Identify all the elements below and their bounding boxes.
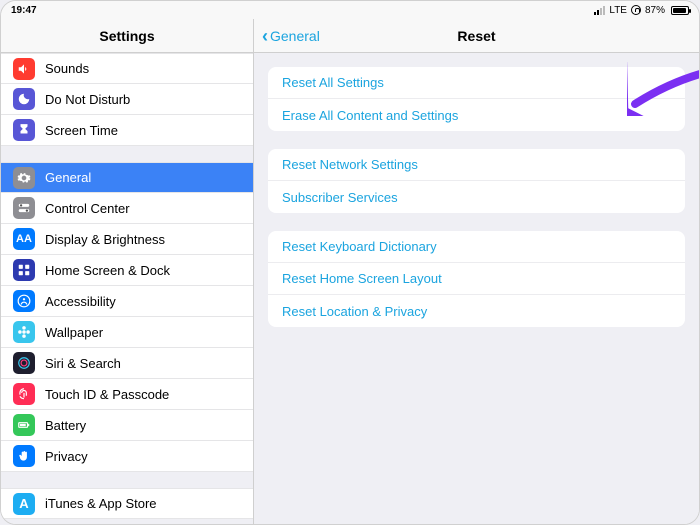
battery-icon — [13, 414, 35, 436]
gear-icon — [13, 167, 35, 189]
sidebar-item-itunes[interactable]: AiTunes & App Store — [1, 488, 253, 519]
sidebar-item-label: Control Center — [45, 201, 130, 216]
sidebar-item-label: Screen Time — [45, 123, 118, 138]
settings-sidebar[interactable]: Settings Sounds Do Not Disturb Screen Time… — [1, 19, 254, 524]
siri-icon — [13, 352, 35, 374]
battery-pct: 87% — [645, 5, 665, 16]
sidebar-item-general[interactable]: General — [1, 162, 253, 193]
status-right: LTE 87% — [594, 1, 689, 19]
sidebar-item-label: Sounds — [45, 61, 89, 76]
sidebar-item-label: Display & Brightness — [45, 232, 165, 247]
sidebar-item-siri[interactable]: Siri & Search — [1, 348, 253, 379]
detail-body: Reset All Settings Erase All Content and … — [254, 53, 699, 327]
A-icon: A — [13, 493, 35, 515]
sidebar-item-label: Siri & Search — [45, 356, 121, 371]
split-view: Settings Sounds Do Not Disturb Screen Time… — [1, 19, 699, 524]
sidebar-item-touchid[interactable]: Touch ID & Passcode — [1, 379, 253, 410]
sidebar-item-label: Accessibility — [45, 294, 116, 309]
carrier-label: LTE — [609, 5, 627, 16]
sidebar-item-sounds[interactable]: Sounds — [1, 53, 253, 84]
switches-icon — [13, 197, 35, 219]
reset-option-label: Reset Home Screen Layout — [282, 271, 442, 286]
sidebar-item-homescreen[interactable]: Home Screen & Dock — [1, 255, 253, 286]
sidebar-item-label: Touch ID & Passcode — [45, 387, 169, 402]
signal-icon — [594, 6, 605, 15]
sidebar-item-accessibility[interactable]: Accessibility — [1, 286, 253, 317]
detail-pane: ‹ General Reset Reset All Settings Erase … — [254, 19, 699, 524]
hand-icon — [13, 445, 35, 467]
back-label: General — [270, 28, 320, 44]
reset-option-label: Reset Network Settings — [282, 157, 418, 172]
back-button[interactable]: ‹ General — [254, 27, 328, 45]
moon-icon — [13, 88, 35, 110]
reset-option-label: Erase All Content and Settings — [282, 108, 458, 123]
settings-group: Reset Keyboard Dictionary Reset Home Scre… — [268, 231, 685, 327]
volume-icon — [13, 58, 35, 80]
reset-option-label: Reset Keyboard Dictionary — [282, 239, 437, 254]
chevron-left-icon: ‹ — [262, 27, 268, 45]
status-bar: 19:47 LTE 87% — [1, 1, 699, 19]
sidebar-item-battery[interactable]: Battery — [1, 410, 253, 441]
reset-option-label: Reset All Settings — [282, 75, 384, 90]
reset-option-reset-keyboard[interactable]: Reset Keyboard Dictionary — [268, 231, 685, 263]
reset-option-erase-all[interactable]: Erase All Content and Settings — [268, 99, 685, 131]
sidebar-item-screentime[interactable]: Screen Time — [1, 115, 253, 146]
sidebar-item-wallpaper[interactable]: Wallpaper — [1, 317, 253, 348]
settings-group: Reset All Settings Erase All Content and … — [268, 67, 685, 131]
grid-icon — [13, 259, 35, 281]
sidebar-item-label: Home Screen & Dock — [45, 263, 170, 278]
reset-option-reset-network[interactable]: Reset Network Settings — [268, 149, 685, 181]
hourglass-icon — [13, 119, 35, 141]
sidebar-item-label: Do Not Disturb — [45, 92, 130, 107]
reset-option-reset-home[interactable]: Reset Home Screen Layout — [268, 263, 685, 295]
detail-header: ‹ General Reset — [254, 19, 699, 53]
reset-option-subscriber[interactable]: Subscriber Services — [268, 181, 685, 213]
person-icon — [13, 290, 35, 312]
rotation-lock-icon — [631, 5, 641, 15]
reset-option-reset-all[interactable]: Reset All Settings — [268, 67, 685, 99]
settings-group: Reset Network Settings Subscriber Service… — [268, 149, 685, 213]
sidebar-item-label: Privacy — [45, 449, 88, 464]
flower-icon — [13, 321, 35, 343]
reset-option-reset-location[interactable]: Reset Location & Privacy — [268, 295, 685, 327]
battery-icon — [671, 6, 689, 15]
sidebar-item-display[interactable]: AA Display & Brightness — [1, 224, 253, 255]
status-time: 19:47 — [11, 5, 37, 16]
sidebar-item-controlcenter[interactable]: Control Center — [1, 193, 253, 224]
sidebar-item-label: Wallpaper — [45, 325, 103, 340]
sidebar-item-dnd[interactable]: Do Not Disturb — [1, 84, 253, 115]
reset-option-label: Reset Location & Privacy — [282, 304, 427, 319]
sidebar-item-label: General — [45, 170, 91, 185]
finger-icon — [13, 383, 35, 405]
sidebar-item-label: Battery — [45, 418, 86, 433]
AA-icon: AA — [13, 228, 35, 250]
sidebar-item-privacy[interactable]: Privacy — [1, 441, 253, 472]
device-frame: 19:47 LTE 87% Settings Sounds Do Not Dist… — [0, 0, 700, 525]
sidebar-title: Settings — [1, 19, 253, 53]
reset-option-label: Subscriber Services — [282, 190, 398, 205]
sidebar-item-label: iTunes & App Store — [45, 496, 157, 511]
